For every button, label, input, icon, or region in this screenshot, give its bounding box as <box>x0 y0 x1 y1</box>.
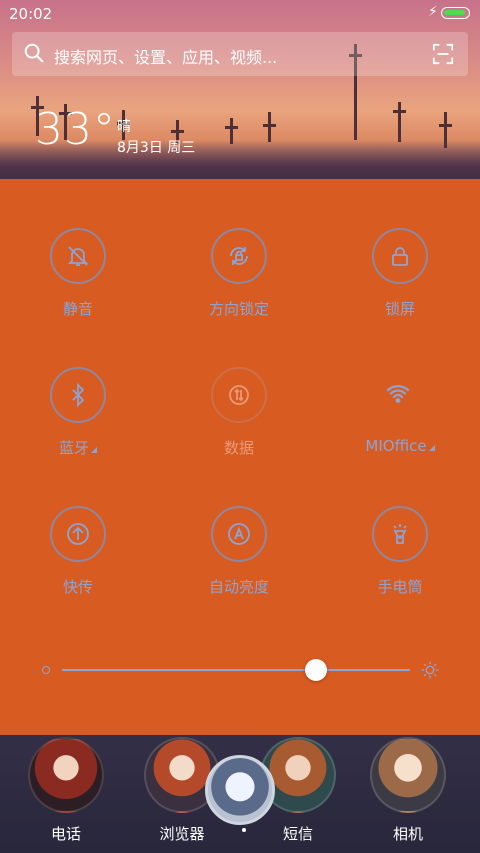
battery-icon <box>441 7 470 19</box>
lock-icon <box>372 228 428 284</box>
page-indicator-dot <box>242 828 246 832</box>
brightness-thumb[interactable] <box>305 659 328 681</box>
toggle-label: 自动亮度 <box>208 578 269 596</box>
brightness-high-icon <box>421 661 439 679</box>
charging-icon: ⚡ <box>428 4 438 20</box>
weather-temperature: 33° <box>35 104 116 155</box>
toggle-label: MIOffice <box>342 437 458 455</box>
toggle-label: 锁屏 <box>384 300 415 318</box>
search-input[interactable]: 搜索网页、设置、应用、视频... <box>54 44 277 68</box>
camera-app-icon <box>370 737 446 813</box>
toggle-label: 方向锁定 <box>208 300 269 318</box>
toggle-label: 手电筒 <box>377 578 423 596</box>
expand-indicator-icon <box>91 447 97 453</box>
data-transfer-icon <box>211 367 267 423</box>
home-screen: 20:02 ⚡ 搜索网页、设置、应用、视频... 33° 晴 8月3日 周三 静… <box>0 0 480 853</box>
app-folder-icon[interactable] <box>205 755 275 825</box>
wallpaper-sword <box>263 112 276 142</box>
dock-label: 浏览器 <box>159 825 205 843</box>
toggle-lock-screen[interactable]: 锁屏 <box>342 228 462 338</box>
toggle-mute[interactable]: 静音 <box>20 228 140 338</box>
search-bar[interactable]: 搜索网页、设置、应用、视频... <box>12 32 468 76</box>
brightness-slider[interactable] <box>62 659 410 681</box>
quick-settings-panel: 静音 方向锁定 锁屏 蓝牙 数据 MIOffice 快传 自动亮度 手电筒 <box>0 179 480 735</box>
brightness-low-icon <box>42 666 50 674</box>
search-icon <box>24 43 44 63</box>
toggle-label: 蓝牙 <box>20 437 136 458</box>
weather-date: 8月3日 周三 <box>117 140 196 156</box>
toggle-rotation-lock[interactable]: 方向锁定 <box>181 228 301 338</box>
status-time: 20:02 <box>9 5 53 23</box>
upload-arrow-icon <box>50 506 106 562</box>
toggle-wifi[interactable]: MIOffice <box>342 367 462 477</box>
toggle-bluetooth[interactable]: 蓝牙 <box>20 367 140 477</box>
toggle-label: 数据 <box>223 439 254 457</box>
dock-label: 电话 <box>50 825 81 843</box>
flashlight-icon <box>372 506 428 562</box>
toggle-label-text: 蓝牙 <box>58 439 89 457</box>
wifi-icon <box>372 367 428 423</box>
bluetooth-icon <box>50 367 106 423</box>
toggle-label: 快传 <box>62 578 93 596</box>
auto-brightness-icon <box>211 506 267 562</box>
toggle-label: 静音 <box>62 300 93 318</box>
toggle-label-text: MIOffice <box>365 437 427 455</box>
dock-item-phone[interactable]: 电话 <box>14 735 110 853</box>
brightness-fill <box>62 669 317 671</box>
toggle-data[interactable]: 数据 <box>181 367 301 477</box>
toggle-quick-share[interactable]: 快传 <box>20 506 140 616</box>
expand-indicator-icon <box>428 445 435 451</box>
phone-app-icon <box>28 737 104 813</box>
weather-condition: 晴 <box>117 119 131 135</box>
dock-item-camera[interactable]: 相机 <box>356 735 452 853</box>
scan-icon[interactable] <box>432 43 454 65</box>
rotation-lock-icon <box>211 228 267 284</box>
wallpaper-sword <box>393 102 406 142</box>
bell-off-icon <box>50 228 106 284</box>
dock-label: 短信 <box>282 825 313 843</box>
dock-label: 相机 <box>392 825 423 843</box>
toggle-flashlight[interactable]: 手电筒 <box>342 506 462 616</box>
toggle-auto-brightness[interactable]: 自动亮度 <box>181 506 301 616</box>
status-bar: 20:02 ⚡ <box>0 0 480 28</box>
